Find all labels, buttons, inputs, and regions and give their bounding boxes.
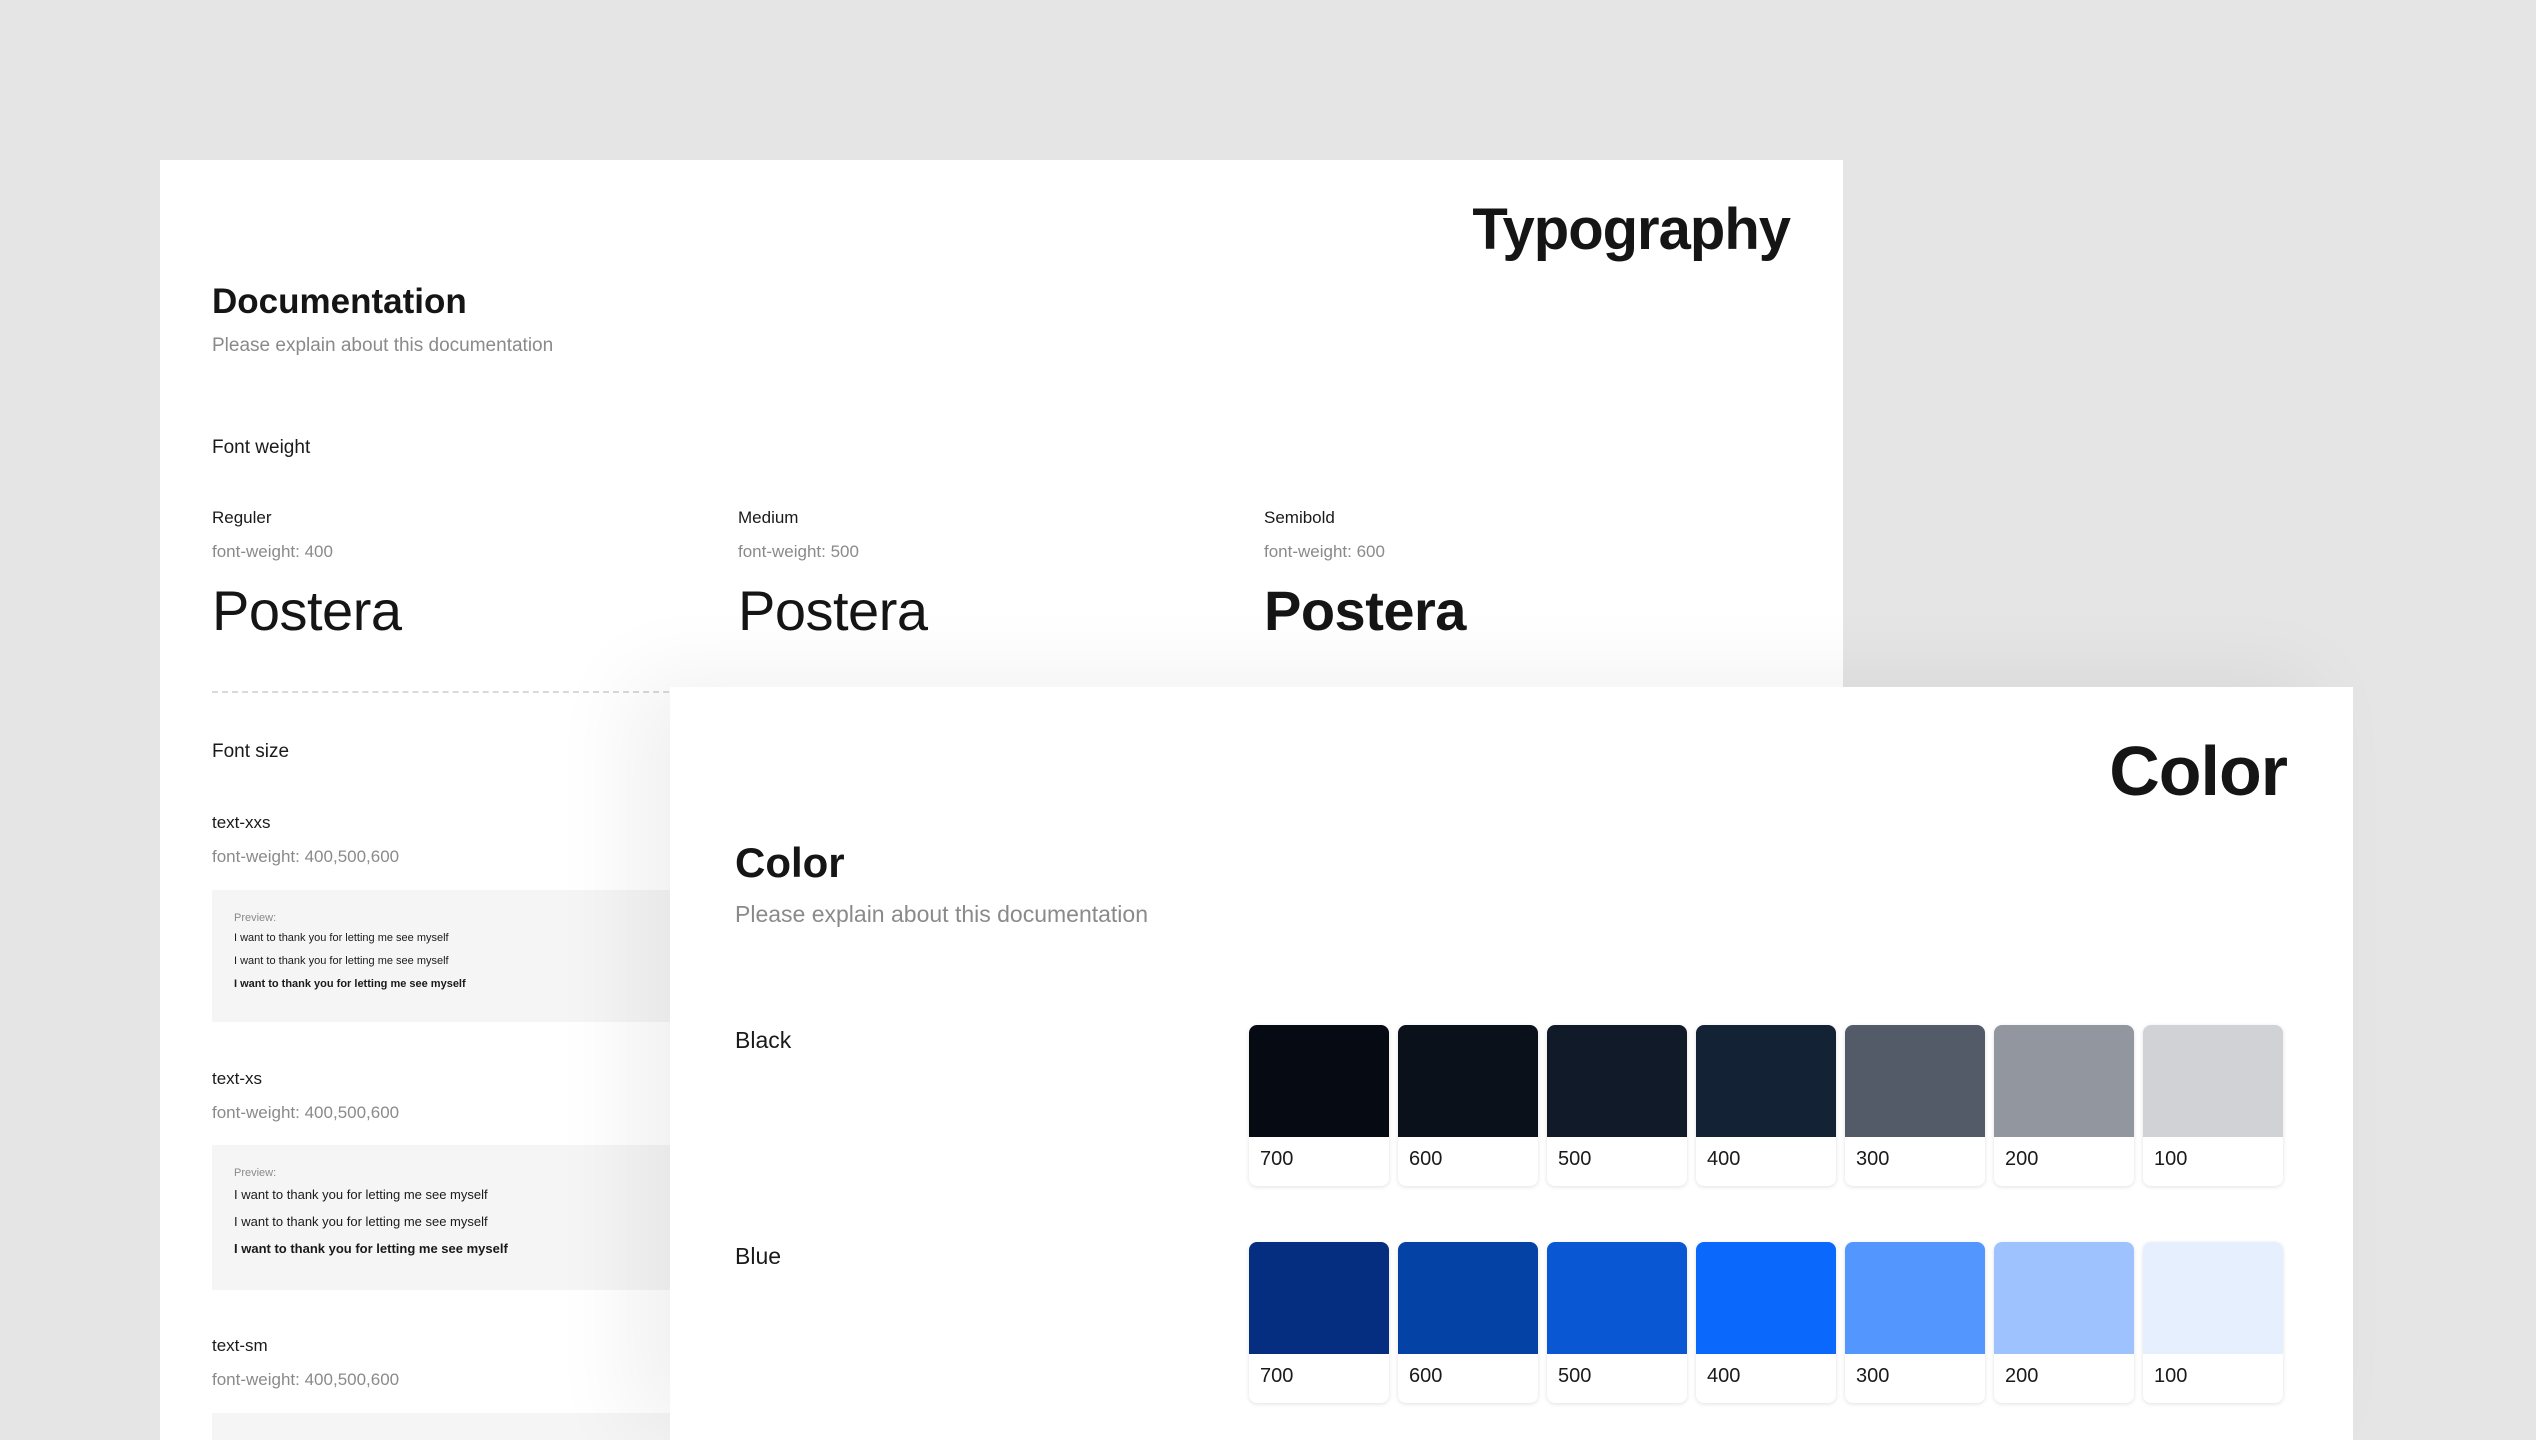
swatch-chip [1547, 1242, 1687, 1354]
color-swatch[interactable]: 200 [1994, 1242, 2134, 1403]
swatch-shade: 600 [1409, 1148, 1443, 1170]
swatch-shade: 200 [2005, 1365, 2039, 1387]
swatch-chip [1696, 1025, 1836, 1137]
color-card: Color Color Please explain about this do… [670, 687, 2353, 1440]
color-doc-title: Color [735, 839, 845, 886]
color-swatch[interactable]: 300 [1845, 1242, 1985, 1403]
color-swatch[interactable]: 200 [1994, 1025, 2134, 1186]
swatch-shade: 100 [2154, 1365, 2188, 1387]
weight-name: Medium [738, 508, 799, 527]
swatch-chip [2143, 1242, 2283, 1354]
swatch-shade: 700 [1260, 1365, 1294, 1387]
swatch-chip [1994, 1025, 2134, 1137]
documentation-title: Documentation [212, 282, 467, 321]
weight-sample: Postera [1264, 579, 1466, 642]
color-swatch[interactable]: 500 [1547, 1025, 1687, 1186]
swatch-shade: 200 [2005, 1148, 2039, 1170]
swatch-shade: 300 [1856, 1365, 1890, 1387]
weight-name: Reguler [212, 508, 272, 527]
swatch-shade: 500 [1558, 1148, 1592, 1170]
swatch-chip [1547, 1025, 1687, 1137]
weight-regular: Reguler font-weight: 400 Postera [212, 508, 712, 643]
weight-semibold: Semibold font-weight: 600 Postera [1264, 508, 1764, 643]
color-swatch[interactable]: 300 [1845, 1025, 1985, 1186]
swatch-shade: 600 [1409, 1365, 1443, 1387]
weight-sample: Postera [212, 579, 402, 642]
color-group-black-label: Black [735, 1027, 792, 1053]
weight-sample: Postera [738, 579, 928, 642]
swatch-chip [1994, 1242, 2134, 1354]
color-swatch[interactable]: 700 [1249, 1242, 1389, 1403]
color-swatch[interactable]: 100 [2143, 1025, 2283, 1186]
swatch-shade: 500 [1558, 1365, 1592, 1387]
weight-desc: font-weight: 500 [738, 542, 859, 561]
swatch-chip [1398, 1242, 1538, 1354]
swatch-chip [1249, 1025, 1389, 1137]
color-swatch[interactable]: 100 [2143, 1242, 2283, 1403]
color-swatch[interactable]: 600 [1398, 1025, 1538, 1186]
weight-medium: Medium font-weight: 500 Postera [738, 508, 1238, 643]
weight-desc: font-weight: 400 [212, 542, 333, 561]
color-swatch[interactable]: 500 [1547, 1242, 1687, 1403]
weight-name: Semibold [1264, 508, 1335, 527]
font-size-section-label: Font size [212, 741, 290, 762]
color-swatch[interactable]: 600 [1398, 1242, 1538, 1403]
documentation-subtitle: Please explain about this documentation [212, 335, 554, 356]
swatch-shade: 300 [1856, 1148, 1890, 1170]
swatch-chip [1845, 1025, 1985, 1137]
color-page-title: Color [2109, 732, 2288, 810]
color-swatch[interactable]: 400 [1696, 1242, 1836, 1403]
color-group-blue-label: Blue [735, 1243, 782, 1269]
color-swatch[interactable]: 400 [1696, 1025, 1836, 1186]
swatch-chip [2143, 1025, 2283, 1137]
font-weight-section-label: Font weight [212, 437, 311, 458]
typography-page-title: Typography [1472, 197, 1791, 262]
color-doc-subtitle: Please explain about this documentation [735, 901, 1149, 927]
swatch-shade: 400 [1707, 1148, 1741, 1170]
swatch-chip [1845, 1242, 1985, 1354]
swatch-shade: 700 [1260, 1148, 1294, 1170]
swatch-chip [1249, 1242, 1389, 1354]
weight-desc: font-weight: 600 [1264, 542, 1385, 561]
color-group-black: 700 600 500 400 300 200 100 [1249, 1025, 2283, 1186]
color-swatch[interactable]: 700 [1249, 1025, 1389, 1186]
swatch-shade: 400 [1707, 1365, 1741, 1387]
swatch-shade: 100 [2154, 1148, 2188, 1170]
color-group-blue: 700 600 500 400 300 200 100 [1249, 1242, 2283, 1403]
swatch-chip [1696, 1242, 1836, 1354]
swatch-chip [1398, 1025, 1538, 1137]
